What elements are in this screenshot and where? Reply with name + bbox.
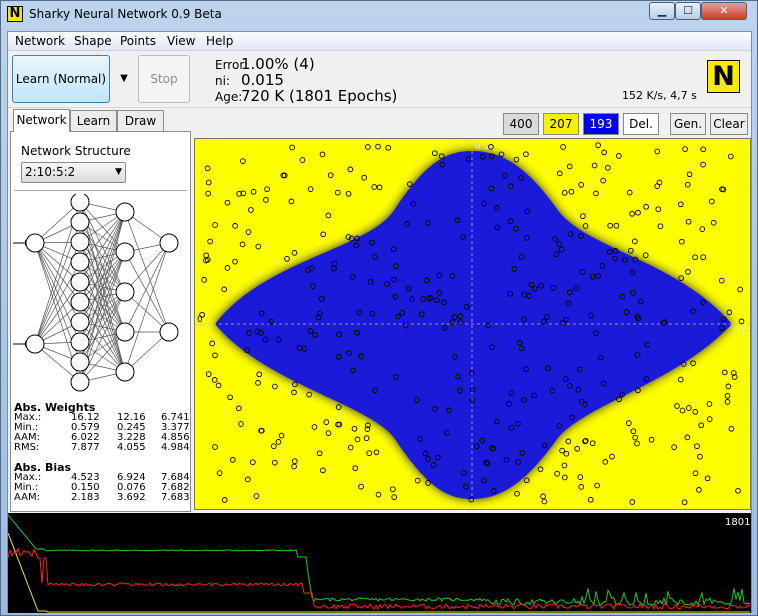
row-value: 4.984 bbox=[161, 442, 190, 453]
hidden-neuron bbox=[115, 362, 135, 382]
class-count-label: 207 bbox=[549, 117, 573, 131]
learn-mode-dropdown[interactable]: ▼ bbox=[112, 55, 136, 103]
class-count-label: 400 bbox=[509, 117, 533, 131]
axis-label-top: 0.1 bbox=[475, 142, 489, 152]
abs-weights-table: Abs. Weights Max.: 16.12 12.16 6.741 Min.: 0.… bbox=[14, 402, 190, 453]
plot-canvas[interactable]: 0.1 1.0 0 bbox=[195, 139, 750, 509]
network-structure-label: Network Structure bbox=[21, 144, 131, 158]
network-edge bbox=[124, 242, 170, 373]
hidden-neuron bbox=[115, 202, 135, 222]
classification-plot[interactable]: 0.1 1.0 0 bbox=[194, 138, 751, 510]
tab-learn[interactable]: Learn bbox=[70, 110, 117, 131]
output-neuron bbox=[159, 322, 179, 342]
class-count-button-yellow[interactable]: 207 bbox=[543, 113, 579, 135]
hidden-neuron bbox=[115, 242, 135, 262]
menu-view[interactable]: View bbox=[167, 34, 195, 48]
app-window: N Sharky Neural Network 0.9 Beta ▁ ☐ ✕ N… bbox=[0, 0, 758, 616]
class-count-button-total[interactable]: 400 bbox=[503, 113, 539, 135]
input-neuron bbox=[25, 233, 45, 253]
network-structure-select[interactable]: 2:10:5:2 ▼ bbox=[21, 162, 126, 183]
hidden-neuron bbox=[70, 252, 90, 272]
app-icon: N bbox=[7, 6, 23, 22]
tab-network[interactable]: Network bbox=[13, 109, 70, 132]
network-edge bbox=[34, 281, 81, 345]
learn-button[interactable]: Learn (Normal) bbox=[12, 55, 110, 103]
maximize-button[interactable]: ☐ bbox=[675, 2, 701, 20]
network-structure-value: 2:10:5:2 bbox=[25, 165, 76, 179]
hidden-neuron bbox=[70, 372, 90, 392]
hidden-neuron bbox=[70, 332, 90, 352]
hidden-neuron bbox=[115, 322, 135, 342]
row-label: AAM: bbox=[14, 492, 40, 503]
close-button[interactable]: ✕ bbox=[701, 2, 747, 20]
row-value: 3.692 bbox=[117, 492, 146, 503]
menu-bar: Network Shape Points View Help bbox=[8, 32, 751, 51]
abs-bias-table: Abs. Bias Max.: 4.523 6.924 7.684 Min.: 0.150… bbox=[14, 462, 190, 503]
chevron-down-icon: ▼ bbox=[115, 167, 122, 177]
error-graph-canvas: 1801 bbox=[7, 514, 751, 613]
class-count-label: 193 bbox=[589, 117, 613, 131]
stop-button[interactable]: Stop bbox=[138, 55, 190, 103]
left-panel: Network Learn Draw Network Structure 2:1… bbox=[10, 109, 191, 512]
output-neuron bbox=[159, 233, 179, 253]
hidden-neuron bbox=[70, 232, 90, 252]
ni-label: ni: bbox=[215, 74, 230, 88]
row-value: 2.183 bbox=[71, 492, 100, 503]
class-count-button-blue[interactable]: 193 bbox=[583, 113, 619, 135]
network-diagram bbox=[13, 194, 179, 392]
minimize-button[interactable]: ▁ bbox=[649, 2, 675, 20]
error-line-green bbox=[7, 514, 751, 607]
row-value: 4.055 bbox=[117, 442, 146, 453]
speed-readout: 152 K/s, 4,7 s bbox=[622, 89, 697, 102]
delete-label: Del. bbox=[629, 117, 653, 131]
generate-button[interactable]: Gen. bbox=[670, 113, 706, 135]
row-value: 7.683 bbox=[161, 492, 190, 503]
hidden-neuron bbox=[70, 272, 90, 292]
age-label: Age: bbox=[215, 90, 243, 104]
hidden-neuron bbox=[70, 212, 90, 232]
app-logo: N bbox=[707, 60, 740, 93]
client-area: Network Shape Points View Help Learn (No… bbox=[7, 31, 752, 613]
clear-button[interactable]: Clear bbox=[710, 113, 748, 135]
window-title: Sharky Neural Network 0.9 Beta bbox=[29, 7, 222, 21]
tab-draw[interactable]: Draw bbox=[117, 110, 164, 131]
delete-button[interactable]: Del. bbox=[623, 113, 659, 135]
hidden-neuron bbox=[70, 292, 90, 312]
input-neuron bbox=[25, 334, 45, 354]
menu-shape[interactable]: Shape bbox=[74, 34, 112, 48]
error-graph: 1801 bbox=[7, 513, 751, 613]
row-label: RMS: bbox=[14, 442, 40, 453]
hidden-neuron bbox=[115, 282, 135, 302]
table-row: AAM: 2.183 3.692 7.683 bbox=[14, 492, 190, 503]
divider bbox=[14, 190, 187, 191]
age-value: 720 K (1801 Epochs) bbox=[241, 87, 398, 105]
toolbar: Learn (Normal) ▼ Stop Error: 1.00% (4) n… bbox=[8, 52, 751, 108]
table-row: RMS: 7.877 4.055 4.984 bbox=[14, 442, 190, 453]
network-tab-panel: Network Structure 2:10:5:2 ▼ Abs. Weight… bbox=[10, 131, 191, 512]
hidden-neuron bbox=[70, 352, 90, 372]
axis-label-right: 1.0 bbox=[732, 327, 747, 337]
epoch-count-label: 1801 bbox=[725, 517, 750, 528]
network-edge bbox=[124, 211, 170, 333]
axis-label-left: 0 bbox=[197, 315, 203, 325]
menu-points[interactable]: Points bbox=[120, 34, 156, 48]
menu-help[interactable]: Help bbox=[206, 34, 233, 48]
title-bar[interactable]: N Sharky Neural Network 0.9 Beta ▁ ☐ ✕ bbox=[1, 1, 757, 29]
hidden-neuron bbox=[70, 312, 90, 332]
menu-network[interactable]: Network bbox=[15, 34, 65, 48]
row-value: 7.877 bbox=[71, 442, 100, 453]
hidden-neuron bbox=[70, 194, 90, 212]
